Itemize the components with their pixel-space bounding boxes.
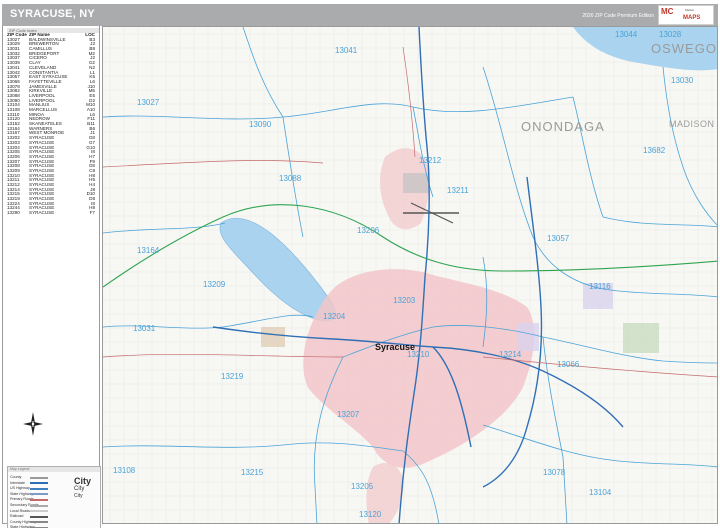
publisher-logo: MC Market MAPS bbox=[658, 5, 714, 25]
zip-label-13090: 13090 bbox=[249, 120, 272, 129]
legend-city-medium: City bbox=[74, 486, 85, 492]
zip-code-index: ZIP Code Index ZIP Code ZIP Name LOC 130… bbox=[7, 28, 99, 216]
map-canvas[interactable]: ONONDAGA OSWEGO MADISON Syracuse 13041 1… bbox=[102, 26, 718, 524]
logo-brand: MAPS bbox=[683, 15, 701, 21]
legend-item-swatch bbox=[30, 515, 48, 518]
legend-item-swatch bbox=[30, 487, 48, 490]
region-label-oswego: OSWEGO bbox=[651, 41, 717, 56]
zip-label-13164: 13164 bbox=[137, 246, 160, 255]
zip-label-13209: 13209 bbox=[203, 280, 226, 289]
zip-label-13108: 13108 bbox=[113, 466, 136, 475]
zip-label-13104: 13104 bbox=[589, 488, 612, 497]
legend-item-swatch bbox=[30, 510, 48, 513]
zip-index-rows: 13027 BALDWINSVILLE B3 13029 BREWERTON J2 1303… bbox=[7, 38, 99, 216]
region-label-madison: MADISON bbox=[669, 119, 715, 129]
zip-label-13204: 13204 bbox=[323, 312, 346, 321]
zip-label-13031: 13031 bbox=[133, 324, 156, 333]
zip-label-13116: 13116 bbox=[589, 282, 611, 291]
legend-item-label: Railroad bbox=[10, 514, 24, 519]
legend-city-small: City bbox=[74, 493, 83, 499]
edition-label: 2026 ZIP Code Premium Edition bbox=[582, 13, 654, 19]
zip-index-code: 13290 bbox=[7, 211, 20, 216]
logo-sub: Market bbox=[685, 8, 694, 12]
zip-label-13027: 13027 bbox=[137, 98, 160, 107]
purple-area bbox=[517, 323, 539, 351]
legend-city-sample: City City City bbox=[74, 476, 92, 500]
north-arrow-icon bbox=[23, 412, 43, 436]
legend-item-swatch bbox=[30, 498, 48, 501]
legend-item-label: County bbox=[10, 475, 22, 479]
legend-item-swatch bbox=[30, 521, 48, 524]
zip-label-13120: 13120 bbox=[359, 510, 382, 519]
zip-index-name: SYRACUSE bbox=[29, 211, 55, 216]
zip-label-13207: 13207 bbox=[337, 410, 360, 419]
zip-label-13028: 13028 bbox=[659, 30, 682, 39]
green-space-east bbox=[623, 323, 659, 353]
zip-label-13206: 13206 bbox=[357, 226, 380, 235]
zip-label-13078: 13078 bbox=[543, 468, 566, 477]
map-legend: Map Legend County Interstate US Highway Sta… bbox=[7, 466, 101, 528]
zip-label-13088: 13088 bbox=[279, 174, 302, 183]
zip-label-13066: 13066 bbox=[557, 360, 580, 369]
legend-item-swatch bbox=[30, 482, 48, 485]
map-title: SYRACUSE, NY bbox=[10, 8, 95, 20]
legend-item-label: Interstate bbox=[10, 480, 25, 485]
legend-title: Map Legend bbox=[8, 467, 100, 472]
zip-label-13030: 13030 bbox=[671, 76, 694, 85]
zip-label-13214: 13214 bbox=[499, 350, 522, 359]
zip-label-13210: 13210 bbox=[407, 350, 430, 359]
airport-area bbox=[403, 173, 429, 193]
legend-item-swatch bbox=[30, 504, 48, 507]
legend-item-label: US Highway bbox=[10, 486, 30, 491]
zip-label-13212: 13212 bbox=[419, 156, 442, 165]
zip-label-13057: 13057 bbox=[547, 234, 570, 243]
zip-label-13205: 13205 bbox=[351, 482, 374, 491]
legend-item-label: Local Roads bbox=[10, 508, 30, 513]
map-svg[interactable]: ONONDAGA OSWEGO MADISON Syracuse 13041 1… bbox=[103, 27, 718, 524]
sidebar-panel: ZIP Code Index ZIP Code ZIP Name LOC 130… bbox=[2, 26, 101, 528]
logo-mark: MC bbox=[661, 7, 674, 16]
legend-item-swatch bbox=[30, 476, 48, 479]
zip-label-13682: 13682 bbox=[643, 146, 666, 155]
zip-label-13041: 13041 bbox=[335, 46, 358, 55]
logo-sub-line1: Market bbox=[685, 8, 695, 12]
region-label-onondaga: ONONDAGA bbox=[521, 119, 605, 134]
brown-area-west bbox=[261, 327, 285, 347]
zip-label-13211: 13211 bbox=[447, 186, 469, 195]
legend-city-large: City bbox=[74, 476, 92, 486]
zip-label-13044: 13044 bbox=[615, 30, 638, 39]
zip-label-13203: 13203 bbox=[393, 296, 416, 305]
legend-item-swatch bbox=[30, 493, 48, 496]
zip-label-13219: 13219 bbox=[221, 372, 244, 381]
zip-index-loc: F7 bbox=[89, 211, 95, 216]
zip-label-13215: 13215 bbox=[241, 468, 264, 477]
zip-index-row: 13290 SYRACUSE F7 bbox=[7, 211, 99, 216]
title-bar: SYRACUSE, NY 2026 ZIP Code Premium Editi… bbox=[2, 4, 718, 26]
